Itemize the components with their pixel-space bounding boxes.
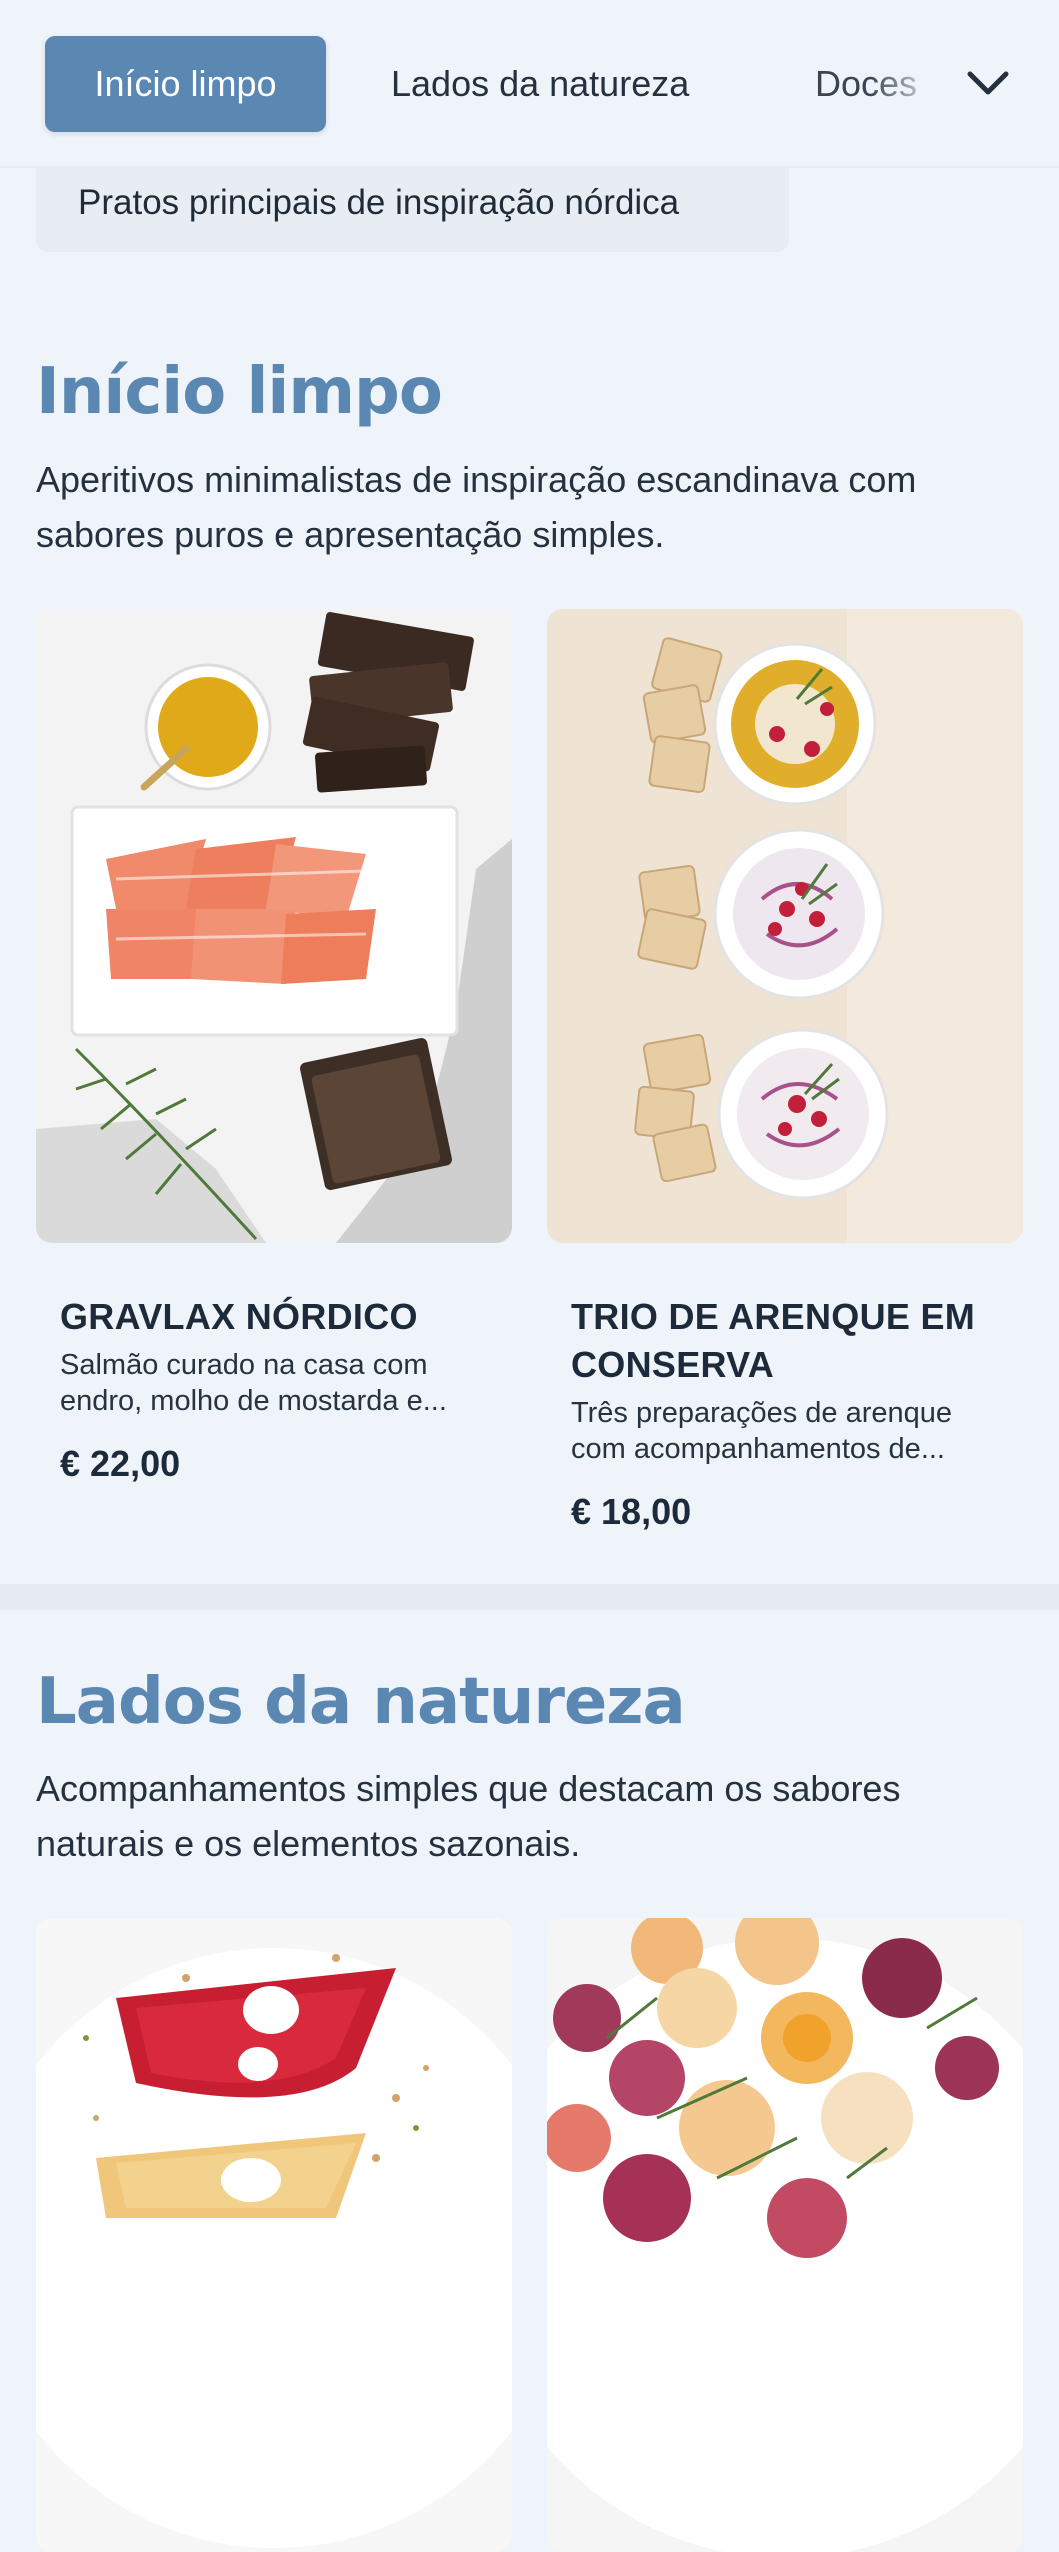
chevron-down-icon (967, 71, 1009, 95)
menu-item-card[interactable]: GRAVLAX NÓRDICO Salmão curado na casa co… (36, 609, 512, 1485)
dish-description: Três preparações de arenque com acompanh… (571, 1397, 952, 1465)
dish-name: GRAVLAX NÓRDICO (60, 1296, 418, 1337)
menu-item-card[interactable] (36, 1918, 512, 2552)
menu-item-card[interactable]: TRIO DE ARENQUE EM CONSERVA Três prepara… (547, 609, 1023, 1533)
subcategory-chip[interactable]: Pratos principais de inspiração nórdica (36, 168, 789, 252)
section-divider (0, 1584, 1059, 1610)
more-categories-button[interactable] (960, 56, 1016, 112)
dish-name: TRIO DE ARENQUE EM CONSERVA (571, 1296, 976, 1385)
tab-overflow-fade (870, 36, 940, 132)
dish-price: € 22,00 (60, 1443, 181, 1484)
dish-image (36, 1918, 512, 2552)
dish-image (547, 1918, 1023, 2552)
dish-image (547, 609, 1023, 1243)
section-description: Acompanhamentos simples que destacam os … (36, 1768, 901, 1864)
dish-price: € 18,00 (571, 1491, 692, 1532)
section-title: Lados da natureza (36, 1665, 686, 1739)
category-nav: Início limpo Lados da natureza Doces (0, 0, 1059, 168)
tab-inicio-limpo[interactable]: Início limpo (45, 36, 326, 132)
section-description: Aperitivos minimalistas de inspiração es… (36, 459, 917, 555)
dish-description: Salmão curado na casa com endro, molho d… (60, 1349, 447, 1417)
section-title: Início limpo (36, 355, 443, 429)
tab-lados-da-natureza[interactable]: Lados da natureza (391, 36, 689, 132)
dish-image (36, 609, 512, 1243)
menu-item-card[interactable] (547, 1918, 1023, 2552)
